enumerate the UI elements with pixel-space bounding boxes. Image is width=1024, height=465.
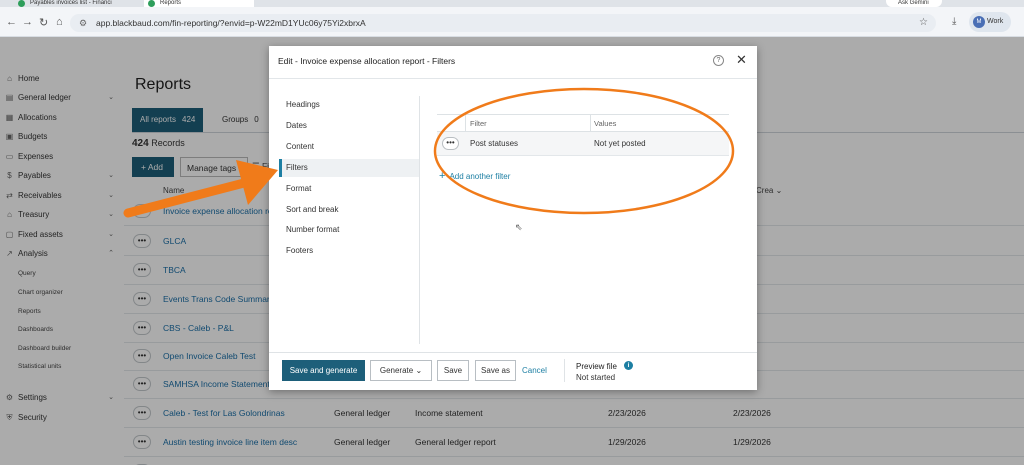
preview-file-label: Preview file bbox=[576, 362, 617, 371]
plus-icon: + bbox=[439, 170, 446, 182]
mouse-cursor-icon: ⇖ bbox=[515, 222, 523, 232]
filter-row[interactable]: ••• Post statuses Not yet posted bbox=[437, 132, 729, 156]
ask-gemini-button[interactable]: Ask Gemini bbox=[886, 0, 942, 7]
browser-toolbar: ← → ↻ ⌂ ⚙ app.blackbaud.com/fin-reportin… bbox=[0, 7, 1024, 37]
forward-icon[interactable]: → bbox=[22, 16, 33, 28]
modal-title: Edit - Invoice expense allocation report… bbox=[278, 56, 456, 66]
download-icon[interactable]: ⤓ bbox=[952, 16, 956, 27]
modal-nav-dates[interactable]: Dates bbox=[279, 117, 419, 135]
help-icon[interactable]: ? bbox=[713, 55, 724, 66]
url-text: app.blackbaud.com/fin-reporting/?envid=p… bbox=[96, 18, 366, 28]
add-another-filter-link[interactable]: + Add another filter bbox=[439, 170, 510, 182]
browser-tab-payables[interactable]: Payables invoices list - Financi bbox=[14, 0, 134, 7]
modal-footer-divider bbox=[269, 352, 757, 353]
modal-nav-footers[interactable]: Footers bbox=[279, 242, 419, 260]
bookmark-star-icon[interactable]: ☆ bbox=[919, 14, 928, 32]
browser-tab-reports[interactable]: Reports bbox=[144, 0, 254, 7]
edit-report-modal: Edit - Invoice expense allocation report… bbox=[269, 46, 757, 390]
filter-name: Post statuses bbox=[470, 139, 519, 148]
save-and-generate-button[interactable]: Save and generate bbox=[282, 360, 365, 381]
modal-nav-number-format[interactable]: Number format bbox=[279, 221, 419, 239]
profile-label: Work bbox=[987, 18, 1004, 25]
gemini-label: Ask Gemini bbox=[898, 0, 929, 6]
column-separator bbox=[590, 115, 591, 131]
filters-grid-header: Filter Values bbox=[437, 114, 729, 132]
modal-nav-headings[interactable]: Headings bbox=[279, 96, 419, 114]
tab-favicon-icon bbox=[18, 0, 25, 7]
column-separator bbox=[465, 115, 466, 131]
save-as-button[interactable]: Save as bbox=[475, 360, 516, 381]
site-info-icon[interactable]: ⚙ bbox=[79, 14, 87, 32]
profile-button[interactable]: M Work bbox=[969, 12, 1011, 32]
modal-header-divider bbox=[269, 78, 757, 79]
back-icon[interactable]: ← bbox=[6, 16, 17, 28]
modal-nav-divider bbox=[419, 96, 420, 344]
modal-nav-sort-and-break[interactable]: Sort and break bbox=[279, 201, 419, 219]
reload-icon[interactable]: ↻ bbox=[39, 16, 48, 29]
generate-dropdown-button[interactable]: Generate ⌄ bbox=[370, 360, 432, 381]
home-browser-icon[interactable]: ⌂ bbox=[56, 16, 63, 28]
filter-value: Not yet posted bbox=[594, 139, 646, 148]
browser-tab-strip: Payables invoices list - Financi Reports… bbox=[0, 0, 1024, 7]
tab-label: Reports bbox=[160, 0, 182, 6]
chevron-down-icon: ⌄ bbox=[415, 366, 423, 375]
tab-label: Payables invoices list - Financi bbox=[30, 0, 112, 6]
filter-column-header: Filter bbox=[470, 119, 487, 128]
add-filter-label: Add another filter bbox=[449, 172, 511, 181]
values-column-header: Values bbox=[594, 119, 617, 128]
avatar: M bbox=[973, 16, 985, 28]
modal-nav-content[interactable]: Content bbox=[279, 138, 419, 156]
address-bar[interactable]: ⚙ app.blackbaud.com/fin-reporting/?envid… bbox=[70, 14, 936, 32]
modal-nav-format[interactable]: Format bbox=[279, 180, 419, 198]
row-context-menu-button[interactable]: ••• bbox=[442, 137, 459, 150]
info-icon[interactable]: i bbox=[624, 361, 633, 370]
tab-favicon-icon bbox=[148, 0, 155, 7]
footer-separator bbox=[564, 359, 565, 382]
preview-status: Not started bbox=[576, 373, 616, 382]
modal-nav-filters[interactable]: Filters bbox=[279, 159, 419, 177]
save-button[interactable]: Save bbox=[437, 360, 469, 381]
generate-label: Generate bbox=[379, 366, 414, 375]
close-icon[interactable]: ✕ bbox=[736, 52, 747, 68]
cancel-button[interactable]: Cancel bbox=[522, 366, 547, 375]
